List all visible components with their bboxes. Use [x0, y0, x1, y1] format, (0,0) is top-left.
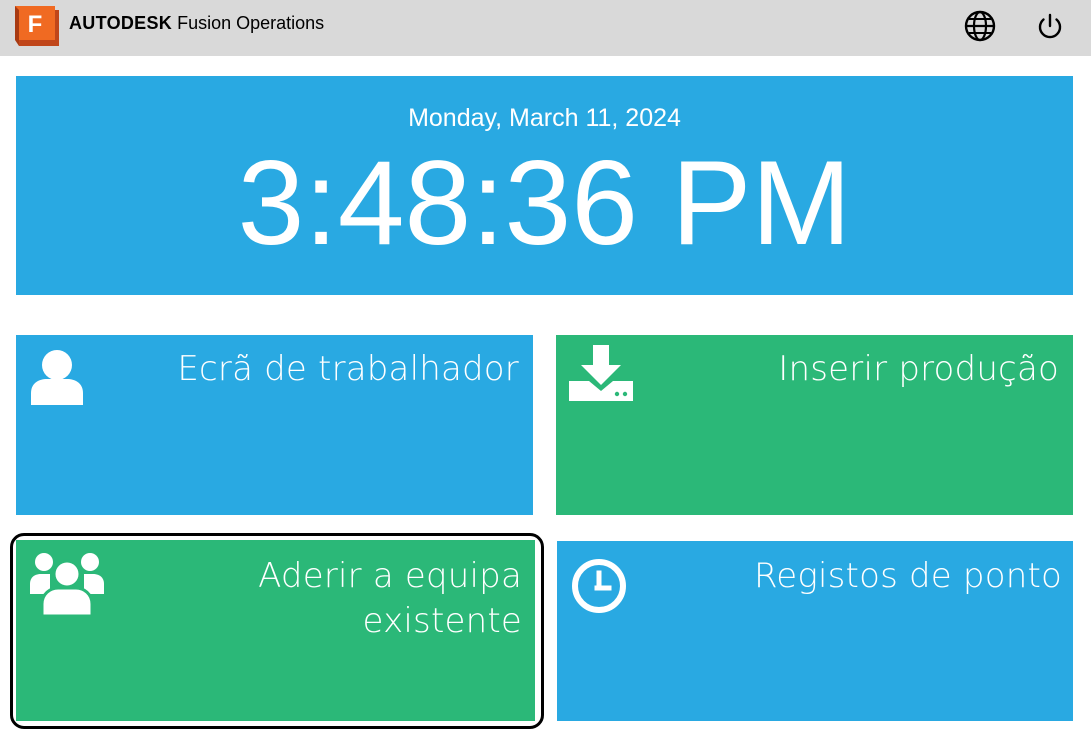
tile-label-line2: existente [362, 601, 522, 641]
brand-autodesk: AUTODESK [69, 13, 173, 33]
power-button[interactable] [1033, 9, 1067, 43]
tile-label: Ecrã de trabalhador [177, 349, 519, 389]
clock-icon [572, 559, 626, 613]
tile-join-team[interactable]: Aderir a equipa existente [16, 540, 535, 721]
tile-label-line1: Aderir a equipa [258, 556, 522, 596]
logo-letter: F [28, 11, 43, 38]
tile-label: Inserir produção [778, 349, 1059, 389]
team-icon [30, 553, 104, 616]
current-date: Monday, March 11, 2024 [408, 104, 681, 132]
download-tray-icon [569, 345, 633, 401]
tile-enter-production[interactable]: Inserir produção [556, 335, 1073, 515]
app-header: F AUTODESK Fusion Operations [0, 0, 1091, 56]
current-time: 3:48:36 PM [237, 136, 852, 270]
clock-panel: Monday, March 11, 2024 3:48:36 PM [16, 76, 1073, 295]
language-button[interactable] [963, 9, 997, 43]
brand-title: AUTODESK Fusion Operations [69, 11, 324, 35]
power-icon [1038, 13, 1062, 39]
tile-label: Registos de ponto [753, 556, 1062, 596]
fusion-logo: F [15, 6, 59, 46]
tile-worker-screen[interactable]: Ecrã de trabalhador [16, 335, 533, 515]
globe-icon [964, 10, 996, 42]
tile-time-records[interactable]: Registos de ponto [557, 541, 1073, 721]
brand-product: Fusion Operations [177, 13, 325, 33]
user-icon [31, 350, 83, 405]
